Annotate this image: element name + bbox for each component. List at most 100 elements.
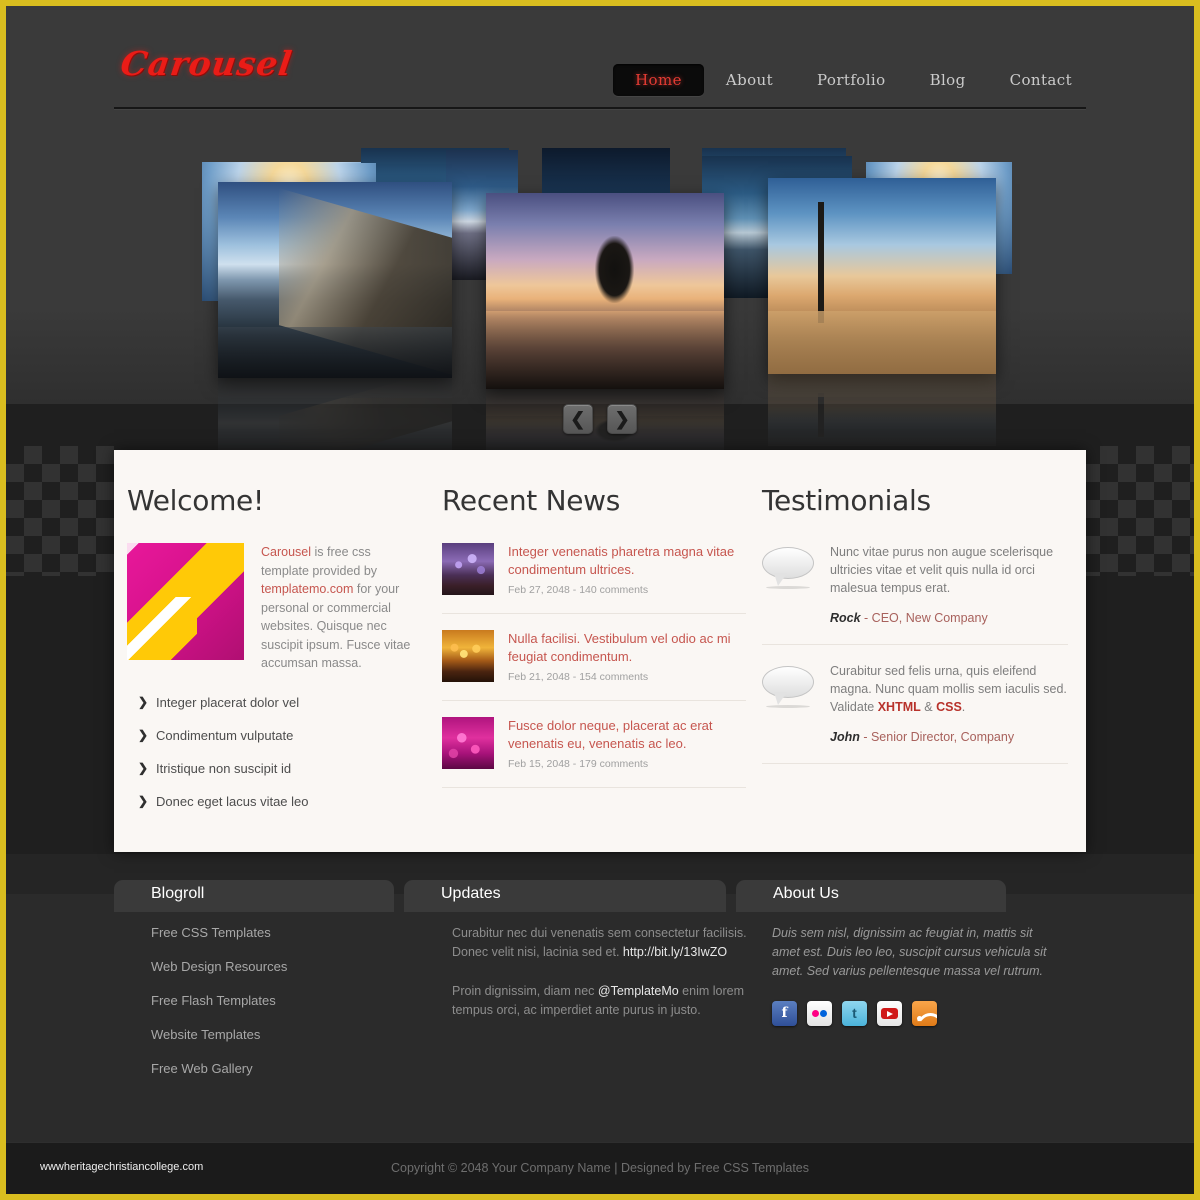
nav-item-home[interactable]: Home [613, 64, 704, 96]
testimonial-body: Curabitur sed felis urna, quis eleifend … [830, 662, 1068, 744]
testimonial-text-c: . [961, 700, 966, 714]
checker-decoration-left [6, 446, 118, 576]
carousel-slide-sunset[interactable] [486, 193, 724, 389]
testimonial-item: Curabitur sed felis urna, quis eleifend … [762, 662, 1068, 764]
testimonial-text: Nunc vitae purus non augue scelerisque u… [830, 545, 1054, 595]
footer-tab-updates: Updates [404, 880, 726, 912]
testimonials-heading: Testimonials [762, 484, 931, 517]
rss-icon[interactable] [912, 1001, 937, 1026]
list-item[interactable]: Website Templates [151, 1026, 432, 1044]
bubble-tail [774, 573, 787, 586]
page-root: Carousel Home About Portfolio Blog Conta… [6, 6, 1194, 1194]
welcome-body: Carousel is free css template provided b… [127, 543, 422, 673]
footer-tabs: Blogroll Updates About Us [114, 880, 1086, 912]
testimonial-text-b: & [920, 700, 937, 714]
news-item-title[interactable]: Fusce dolor neque, placerat ac erat vene… [508, 717, 746, 753]
footer-tab-blogroll: Blogroll [114, 880, 394, 912]
footer-columns: Free CSS Templates Web Design Resources … [114, 924, 1086, 1094]
carousel-next-button[interactable]: ❯ [607, 404, 638, 434]
news-item[interactable]: Integer venenatis pharetra magna vitae c… [442, 543, 746, 614]
bubble-shadow [766, 705, 810, 708]
checker-decoration-right [1082, 446, 1194, 576]
news-item-meta: Feb 15, 2048 - 179 comments [508, 758, 649, 770]
carousel-slide-hoop[interactable] [768, 178, 996, 374]
main-content-panel: Welcome! Carousel is free css template p… [114, 450, 1086, 852]
bubble-shadow [766, 586, 810, 589]
news-thumbnail-image [442, 717, 494, 769]
nav-item-portfolio[interactable]: Portfolio [795, 64, 908, 96]
blogroll-link[interactable]: Website Templates [151, 1027, 260, 1042]
blogroll-link[interactable]: Free Flash Templates [151, 993, 276, 1008]
carousel-image-sunset [486, 193, 724, 389]
testimonials-section: Testimonials Nunc vitae purus non augue … [762, 450, 1086, 852]
update-entry-2: Proin dignissim, diam nec @TemplateMo en… [452, 982, 754, 1020]
bubble-tail [774, 692, 787, 705]
carousel-slide-pier[interactable] [218, 182, 452, 378]
blogroll-link[interactable]: Free CSS Templates [151, 925, 271, 940]
youtube-icon[interactable] [877, 1001, 902, 1026]
news-item[interactable]: Nulla facilisi. Vestibulum vel odio ac m… [442, 630, 746, 701]
nav-item-blog[interactable]: Blog [908, 64, 988, 96]
list-item[interactable]: Donec eget lacus vitae leo [127, 793, 422, 810]
news-item-title[interactable]: Integer venenatis pharetra magna vitae c… [508, 543, 746, 579]
list-item[interactable]: Integer placerat dolor vel [127, 694, 422, 711]
nav-item-contact[interactable]: Contact [988, 64, 1094, 96]
social-icons: f t [772, 1001, 1054, 1026]
list-item[interactable]: Condimentum vulputate [127, 727, 422, 744]
main-nav: Home About Portfolio Blog Contact [613, 64, 1094, 96]
list-item[interactable]: Free Web Gallery [151, 1060, 432, 1078]
news-item-body: Integer venenatis pharetra magna vitae c… [508, 543, 746, 596]
hero-zone: Carousel Home About Portfolio Blog Conta… [6, 6, 1194, 457]
site-header: Carousel Home About Portfolio Blog Conta… [6, 6, 1194, 114]
news-thumbnail-image [442, 543, 494, 595]
carousel-prev-button[interactable]: ❮ [562, 404, 593, 434]
testimonial-text: Curabitur sed felis urna, quis eleifend … [830, 662, 1068, 716]
footer-tab-about: About Us [736, 880, 1006, 912]
list-item[interactable]: Free Flash Templates [151, 992, 432, 1010]
testimonial-item: Nunc vitae purus non augue scelerisque u… [762, 543, 1068, 645]
update-link-bitly[interactable]: http://bit.ly/13IwZO [623, 945, 727, 959]
speech-bubble-icon [762, 666, 814, 708]
twitter-icon[interactable]: t [842, 1001, 867, 1026]
testimonial-author-name: John [830, 730, 860, 744]
welcome-paragraph: Carousel is free css template provided b… [261, 543, 422, 673]
welcome-feature-list: Integer placerat dolor vel Condimentum v… [127, 694, 422, 810]
speech-bubble-icon [762, 547, 814, 589]
blogroll-link[interactable]: Free Web Gallery [151, 1061, 253, 1076]
site-logo[interactable]: Carousel [118, 44, 295, 83]
testimonial-author-role: - CEO, New Company [860, 611, 988, 625]
site-footer: Blogroll Updates About Us Free CSS Templ… [6, 854, 1194, 1142]
testimonial-author-name: Rock [830, 611, 861, 625]
templatemo-link[interactable]: templatemo.com [261, 582, 353, 596]
update-mention-templatemo[interactable]: @TemplateMo [598, 984, 679, 998]
list-item[interactable]: Free CSS Templates [151, 924, 432, 942]
welcome-heading: Welcome! [127, 484, 264, 517]
update-entry-1: Curabitur nec dui venenatis sem consecte… [452, 924, 754, 962]
testimonial-author: Rock - CEO, New Company [830, 611, 1068, 625]
list-item[interactable]: Itristique non suscipit id [127, 760, 422, 777]
news-item-body: Fusce dolor neque, placerat ac erat vene… [508, 717, 746, 770]
blogroll-link[interactable]: Web Design Resources [151, 959, 287, 974]
list-item[interactable]: Web Design Resources [151, 958, 432, 976]
footer-about-column: Duis sem nisl, dignissim ac feugiat in, … [754, 924, 1054, 1094]
blogroll-list: Free CSS Templates Web Design Resources … [151, 924, 432, 1078]
news-item-meta: Feb 21, 2048 - 154 comments [508, 671, 649, 683]
header-divider [114, 107, 1086, 109]
xhtml-link[interactable]: XHTML [878, 700, 921, 714]
news-item-meta: Feb 27, 2048 - 140 comments [508, 584, 649, 596]
flickr-icon[interactable] [807, 1001, 832, 1026]
copyright-text: Copyright © 2048 Your Company Name | Des… [391, 1161, 809, 1175]
news-item-title[interactable]: Nulla facilisi. Vestibulum vel odio ac m… [508, 630, 746, 666]
about-us-text: Duis sem nisl, dignissim ac feugiat in, … [772, 926, 1047, 978]
bubble-ellipse [762, 547, 814, 579]
testimonial-body: Nunc vitae purus non augue scelerisque u… [830, 543, 1068, 625]
css-link[interactable]: CSS [936, 700, 962, 714]
news-item[interactable]: Fusce dolor neque, placerat ac erat vene… [442, 717, 746, 788]
news-thumbnail-image [442, 630, 494, 682]
facebook-icon[interactable]: f [772, 1001, 797, 1026]
testimonial-author-role: - Senior Director, Company [859, 730, 1015, 744]
image-carousel[interactable] [6, 114, 1194, 457]
carousel-image-hoop [768, 178, 996, 374]
nav-item-about[interactable]: About [704, 64, 795, 96]
carousel-image-pier [218, 182, 452, 378]
